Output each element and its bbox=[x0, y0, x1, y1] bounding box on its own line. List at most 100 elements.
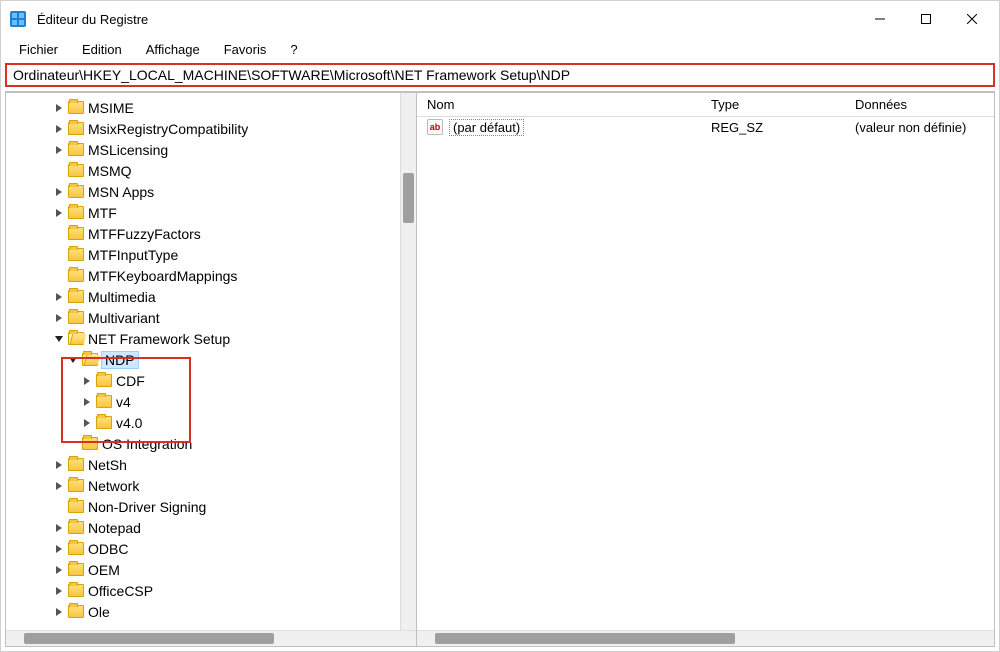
folder-icon bbox=[68, 122, 84, 135]
tree-item[interactable]: OEM bbox=[6, 559, 416, 580]
chevron-right-icon[interactable] bbox=[52, 461, 66, 469]
chevron-down-icon[interactable] bbox=[52, 335, 66, 343]
tree-item[interactable]: NET Framework Setup bbox=[6, 328, 416, 349]
split-pane: MSIME MsixRegistryCompatibilityMSLicensin… bbox=[5, 91, 995, 647]
chevron-right-icon[interactable] bbox=[80, 377, 94, 385]
menu-help[interactable]: ? bbox=[280, 40, 307, 59]
value-row[interactable]: ab(par défaut)REG_SZ(valeur non définie) bbox=[417, 117, 994, 137]
window-controls bbox=[857, 3, 995, 35]
tree-item[interactable]: MSIME bbox=[6, 97, 416, 118]
tree-item[interactable]: Network bbox=[6, 475, 416, 496]
tree-item[interactable]: MTFInputType bbox=[6, 244, 416, 265]
folder-icon bbox=[68, 185, 84, 198]
tree-item-label: OfficeCSP bbox=[88, 583, 153, 599]
tree-item-label: MTFInputType bbox=[88, 247, 178, 263]
tree-item-label: MSMQ bbox=[88, 163, 132, 179]
tree-item-label: NetSh bbox=[88, 457, 127, 473]
registry-editor-window: Éditeur du Registre Fichier Edition Affi… bbox=[0, 0, 1000, 652]
maximize-button[interactable] bbox=[903, 3, 949, 35]
folder-icon bbox=[68, 584, 84, 597]
tree-item-label: v4.0 bbox=[116, 415, 142, 431]
chevron-right-icon[interactable] bbox=[52, 482, 66, 490]
menu-file[interactable]: Fichier bbox=[9, 40, 68, 59]
menu-favorites[interactable]: Favoris bbox=[214, 40, 277, 59]
address-bar[interactable]: Ordinateur\HKEY_LOCAL_MACHINE\SOFTWARE\M… bbox=[13, 67, 583, 83]
tree-item[interactable]: MSMQ bbox=[6, 160, 416, 181]
tree-item[interactable]: Notepad bbox=[6, 517, 416, 538]
value-type: REG_SZ bbox=[701, 120, 845, 135]
tree-pane: MSIME MsixRegistryCompatibilityMSLicensin… bbox=[5, 92, 417, 647]
tree-item-label: v4 bbox=[116, 394, 131, 410]
tree-item[interactable]: MTFFuzzyFactors bbox=[6, 223, 416, 244]
chevron-right-icon[interactable] bbox=[52, 608, 66, 616]
folder-icon bbox=[68, 521, 84, 534]
chevron-right-icon[interactable] bbox=[52, 314, 66, 322]
folder-icon bbox=[82, 437, 98, 450]
column-name[interactable]: Nom bbox=[417, 93, 701, 116]
chevron-right-icon[interactable] bbox=[52, 545, 66, 553]
values-horizontal-scrollbar[interactable] bbox=[417, 630, 994, 646]
chevron-right-icon[interactable] bbox=[52, 188, 66, 196]
tree-item[interactable]: Multivariant bbox=[6, 307, 416, 328]
tree-item-label: MSIME bbox=[88, 100, 134, 116]
chevron-right-icon[interactable] bbox=[52, 293, 66, 301]
titlebar[interactable]: Éditeur du Registre bbox=[1, 1, 999, 37]
chevron-right-icon[interactable] bbox=[52, 566, 66, 574]
chevron-right-icon[interactable] bbox=[52, 104, 66, 112]
tree-item[interactable]: CDF bbox=[6, 370, 416, 391]
menu-edit[interactable]: Edition bbox=[72, 40, 132, 59]
chevron-right-icon[interactable] bbox=[80, 419, 94, 427]
folder-icon bbox=[68, 563, 84, 576]
tree-item-label: MTF bbox=[88, 205, 117, 221]
tree-item[interactable]: Non-Driver Signing bbox=[6, 496, 416, 517]
folder-icon bbox=[68, 332, 84, 345]
chevron-down-icon[interactable] bbox=[66, 356, 80, 364]
folder-icon bbox=[68, 500, 84, 513]
tree-item-label: OEM bbox=[88, 562, 120, 578]
tree-item[interactable]: MTFKeyboardMappings bbox=[6, 265, 416, 286]
folder-icon bbox=[68, 458, 84, 471]
tree-vertical-scrollbar[interactable] bbox=[400, 93, 416, 630]
folder-icon bbox=[68, 206, 84, 219]
tree-item-label: NDP bbox=[101, 351, 139, 369]
value-name: (par défaut) bbox=[449, 119, 524, 136]
chevron-right-icon[interactable] bbox=[52, 209, 66, 217]
folder-icon bbox=[96, 374, 112, 387]
tree-item[interactable]: NetSh bbox=[6, 454, 416, 475]
registry-tree[interactable]: MSIME MsixRegistryCompatibilityMSLicensin… bbox=[6, 93, 416, 630]
menu-view[interactable]: Affichage bbox=[136, 40, 210, 59]
folder-icon bbox=[68, 227, 84, 240]
tree-item[interactable]: v4.0 bbox=[6, 412, 416, 433]
tree-item-label: ODBC bbox=[88, 541, 128, 557]
regedit-icon bbox=[9, 10, 27, 28]
folder-icon bbox=[96, 416, 112, 429]
tree-item[interactable]: MSLicensing bbox=[6, 139, 416, 160]
minimize-button[interactable] bbox=[857, 3, 903, 35]
folder-icon bbox=[68, 248, 84, 261]
values-pane: Nom Type Données ab(par défaut)REG_SZ(va… bbox=[417, 92, 995, 647]
tree-item[interactable]: MTF bbox=[6, 202, 416, 223]
tree-item[interactable]: OS Integration bbox=[6, 433, 416, 454]
column-type[interactable]: Type bbox=[701, 93, 845, 116]
tree-horizontal-scrollbar[interactable] bbox=[6, 630, 416, 646]
close-button[interactable] bbox=[949, 3, 995, 35]
tree-item-label: Network bbox=[88, 478, 139, 494]
values-list[interactable]: ab(par défaut)REG_SZ(valeur non définie) bbox=[417, 117, 994, 630]
chevron-right-icon[interactable] bbox=[52, 524, 66, 532]
tree-item[interactable]: Ole bbox=[6, 601, 416, 622]
tree-item[interactable]: v4 bbox=[6, 391, 416, 412]
column-headers[interactable]: Nom Type Données bbox=[417, 93, 994, 117]
tree-item[interactable]: MSN Apps bbox=[6, 181, 416, 202]
tree-item[interactable]: Multimedia bbox=[6, 286, 416, 307]
tree-item-label: Notepad bbox=[88, 520, 141, 536]
chevron-right-icon[interactable] bbox=[52, 587, 66, 595]
menubar: Fichier Edition Affichage Favoris ? bbox=[1, 37, 999, 61]
tree-item[interactable]: NDP bbox=[6, 349, 416, 370]
tree-item[interactable]: MsixRegistryCompatibility bbox=[6, 118, 416, 139]
tree-item[interactable]: ODBC bbox=[6, 538, 416, 559]
chevron-right-icon[interactable] bbox=[52, 125, 66, 133]
tree-item[interactable]: OfficeCSP bbox=[6, 580, 416, 601]
chevron-right-icon[interactable] bbox=[80, 398, 94, 406]
chevron-right-icon[interactable] bbox=[52, 146, 66, 154]
column-data[interactable]: Données bbox=[845, 93, 994, 116]
